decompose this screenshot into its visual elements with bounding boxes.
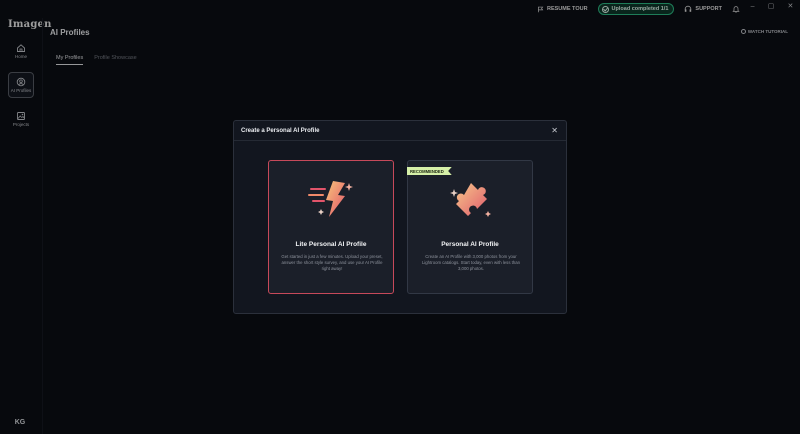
app-window: RESUME TOUR Upload completed 1/1 SUPPORT… bbox=[0, 0, 800, 434]
card-description: Get started in just a few minutes. Uploa… bbox=[281, 254, 383, 271]
create-profile-modal: Create a Personal AI Profile ✕ Lite Pers… bbox=[233, 120, 567, 314]
close-icon[interactable]: ✕ bbox=[551, 126, 558, 135]
card-description: Create an AI Profile with 3,000 photos f… bbox=[421, 254, 521, 271]
puzzle-piece-icon bbox=[450, 183, 491, 217]
lightning-bolt-icon bbox=[308, 181, 353, 217]
modal-header: Create a Personal AI Profile ✕ bbox=[234, 121, 566, 141]
recommended-badge: RECOMMENDED bbox=[407, 167, 452, 175]
personal-profile-card[interactable]: RECOMMENDED Personal AI Profile Create a… bbox=[407, 160, 533, 294]
card-title: Personal AI Profile bbox=[441, 241, 499, 248]
lite-profile-card[interactable]: Lite Personal AI Profile Get started in … bbox=[268, 160, 394, 294]
modal-title: Create a Personal AI Profile bbox=[241, 127, 320, 134]
card-title: Lite Personal AI Profile bbox=[295, 241, 367, 248]
